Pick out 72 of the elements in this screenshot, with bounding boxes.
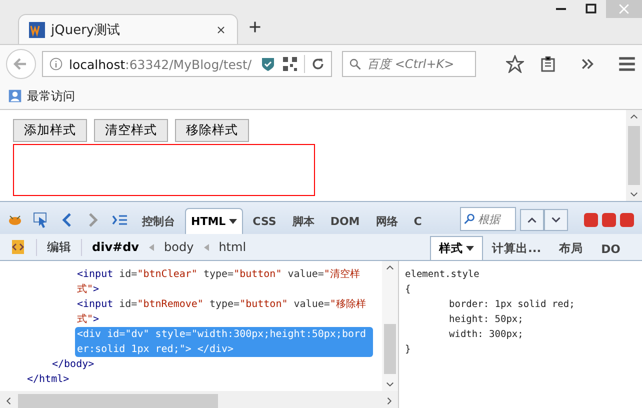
maximize-icon (584, 2, 598, 16)
left-triangle-icon (204, 244, 209, 250)
reload-button[interactable] (311, 57, 325, 71)
css-selector: element.style (405, 268, 480, 282)
reading-list-button[interactable] (540, 56, 556, 72)
side-panel-tab[interactable]: 计算出... (483, 236, 550, 260)
previous-match-button[interactable] (520, 209, 544, 231)
horizontal-scrollbar[interactable] (0, 391, 398, 408)
qr-code-icon (282, 56, 298, 72)
html-code-line[interactable]: <input id="btnClear" type="button" value="清空样式"> (75, 267, 373, 297)
clipboard-icon (540, 56, 556, 72)
closing-tag: </body> (50, 357, 348, 372)
page-button[interactable]: 移除样式 (175, 119, 249, 142)
next-match-button[interactable] (544, 209, 568, 231)
bookmark-star-button[interactable] (506, 55, 524, 73)
vertical-scrollbar[interactable] (626, 110, 642, 201)
plus-icon (248, 20, 262, 34)
info-icon (49, 57, 63, 71)
devtools-tab[interactable]: DOM (324, 208, 366, 234)
css-declaration[interactable]: height: 50px; (405, 312, 636, 327)
search-field[interactable]: 百度 <Ctrl+K> (365, 56, 469, 72)
indent-list-icon (111, 212, 129, 228)
devtools-tab[interactable]: 控制台 (136, 208, 181, 234)
close-devtools-button[interactable] (620, 213, 634, 227)
edit-button[interactable]: 编辑 (36, 238, 82, 256)
browser-tab[interactable]: jQuery测试 (18, 14, 238, 44)
html-code-line[interactable]: <input id="btnRemove" type="button" value="移除样式"> (75, 297, 373, 327)
devtools-tab[interactable]: C (408, 208, 428, 234)
back-arrow-icon (13, 56, 29, 72)
minimize-icon (556, 8, 566, 10)
vertical-scrollbar[interactable] (382, 261, 398, 391)
menu-icon (618, 55, 636, 73)
close-icon (215, 24, 227, 36)
devtools-tab[interactable]: HTML (185, 208, 243, 234)
search-box[interactable]: 百度 <Ctrl+K> (342, 51, 476, 77)
pointer-icon (33, 212, 49, 228)
star-icon (506, 55, 524, 73)
close-icon (617, 2, 631, 16)
left-triangle-icon (149, 244, 154, 250)
ws-logo-icon (29, 22, 45, 38)
devtools-tab[interactable]: 脚本 (286, 208, 320, 234)
search-icon (349, 57, 361, 71)
devtools-search-box[interactable]: 根据 (460, 207, 516, 231)
code-brackets-icon (10, 239, 26, 255)
breadcrumb-item[interactable]: body (164, 240, 194, 254)
reload-icon (311, 57, 325, 71)
side-panel-tab[interactable]: 样式 (430, 236, 483, 260)
menu-button[interactable] (618, 55, 636, 73)
html-edit-toggle[interactable] (10, 239, 26, 255)
side-panel-tab[interactable]: 布局 (550, 236, 592, 260)
page-button[interactable]: 清空样式 (94, 119, 168, 142)
overflow-button[interactable] (580, 57, 594, 71)
double-chevron-icon (580, 57, 594, 71)
breadcrumb-item[interactable]: html (218, 240, 246, 254)
devtools-tab[interactable]: CSS (246, 208, 282, 234)
detach-devtools-button[interactable] (602, 213, 616, 227)
bookmark-folder-icon (8, 89, 22, 103)
css-brace: } (405, 343, 412, 357)
bookmark-link[interactable]: 最常访问 (27, 88, 75, 104)
closing-tag: </html> (25, 372, 323, 387)
back-button[interactable] (6, 49, 36, 79)
breadcrumb-item[interactable]: div#dv (92, 240, 139, 254)
side-panel-tab[interactable]: DO (592, 236, 630, 260)
address-bar[interactable]: localhost:63342/MyBlog/test/ (42, 51, 332, 77)
shield-icon (260, 56, 276, 72)
minimize-devtools-button[interactable] (584, 213, 598, 227)
css-declaration[interactable]: width: 300px; (405, 327, 636, 342)
page-button[interactable]: 添加样式 (13, 119, 87, 142)
devtools-tab[interactable]: 网络 (370, 208, 404, 234)
search-icon (464, 213, 476, 225)
css-declaration[interactable]: border: 1px solid red; (405, 297, 636, 312)
css-brace: { (405, 283, 412, 297)
